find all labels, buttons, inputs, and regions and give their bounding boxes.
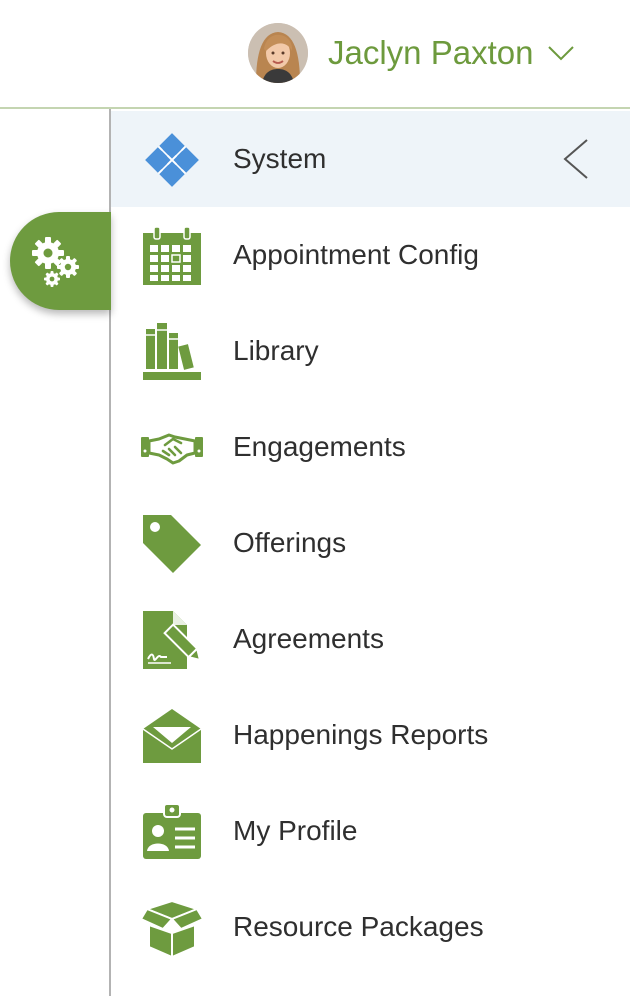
user-name[interactable]: Jaclyn Paxton [328, 34, 533, 72]
menu-item-label: My Profile [233, 815, 358, 846]
user-menu[interactable]: Jaclyn Paxton [248, 22, 575, 84]
side-menu: System Appointment Config Library Engage… [111, 111, 630, 975]
avatar[interactable] [248, 23, 308, 83]
settings-tab[interactable] [10, 212, 111, 310]
gears-icon [31, 237, 79, 287]
menu-item-agreements[interactable]: Agreements [111, 591, 630, 687]
menu-item-library[interactable]: Library [111, 303, 630, 399]
menu-item-resource-packages[interactable]: Resource Packages [111, 879, 630, 975]
menu-item-appointment-config[interactable]: Appointment Config [111, 207, 630, 303]
menu-item-label: Library [233, 335, 319, 366]
signed-document-icon [141, 609, 203, 671]
books-icon [141, 321, 203, 383]
menu-item-label: System [233, 143, 327, 174]
chevron-down-icon[interactable] [547, 44, 575, 62]
puzzle-icon [141, 129, 203, 191]
menu-item-label: Resource Packages [233, 911, 484, 942]
menu-item-label: Happenings Reports [233, 719, 489, 750]
menu-item-label: Appointment Config [233, 239, 479, 270]
tag-icon [141, 513, 203, 575]
menu-item-offerings[interactable]: Offerings [111, 495, 630, 591]
menu-item-system[interactable]: System [111, 111, 630, 207]
envelope-icon [141, 705, 203, 767]
menu-item-engagements[interactable]: Engagements [111, 399, 630, 495]
top-bar: Jaclyn Paxton [0, 0, 630, 109]
menu-item-label: Agreements [233, 623, 384, 654]
menu-item-label: Engagements [233, 431, 406, 462]
calendar-icon [141, 225, 203, 287]
open-box-icon [141, 897, 203, 959]
menu-item-label: Offerings [233, 527, 347, 558]
chevron-left-icon[interactable] [561, 138, 591, 180]
menu-item-happenings-reports[interactable]: Happenings Reports [111, 687, 630, 783]
handshake-icon [141, 417, 203, 479]
menu-item-my-profile[interactable]: My Profile [111, 783, 630, 879]
id-badge-icon [141, 801, 203, 863]
